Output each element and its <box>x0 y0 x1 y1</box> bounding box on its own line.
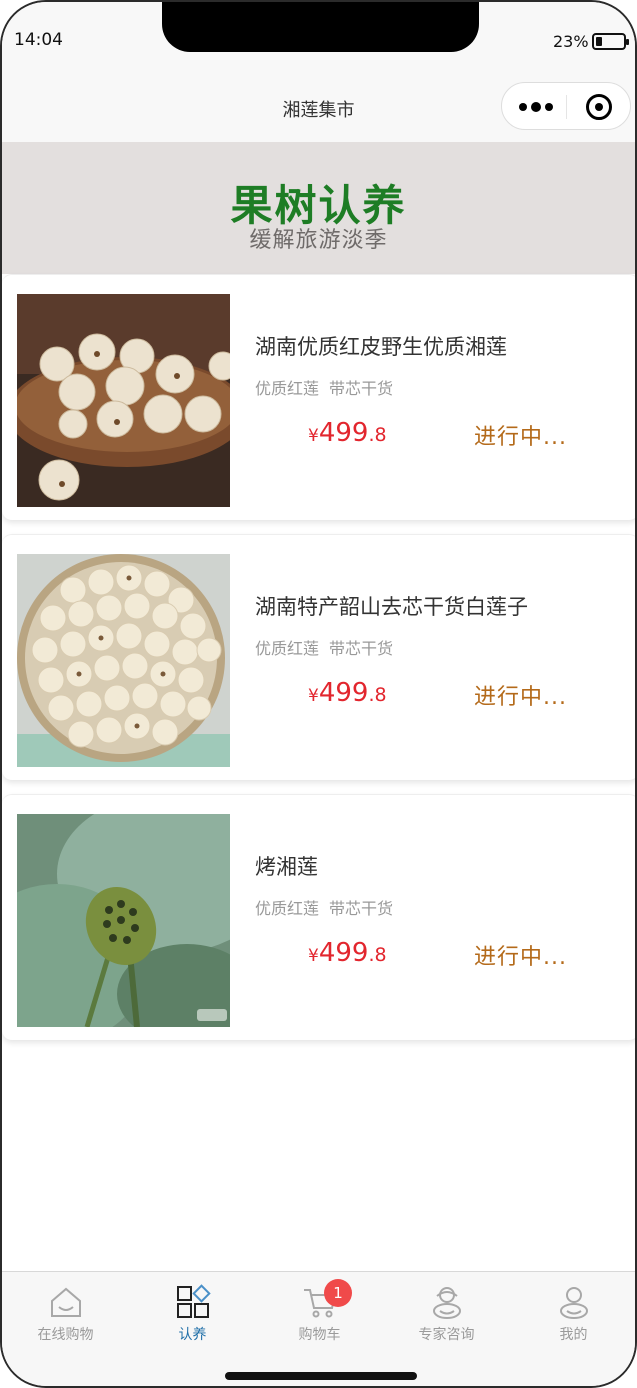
tab-mine[interactable]: 我的 <box>510 1272 635 1352</box>
house-icon <box>51 1287 81 1317</box>
tab-cart[interactable]: 购物车 <box>256 1272 383 1352</box>
product-price: ¥499.8 <box>308 938 387 968</box>
home-indicator[interactable] <box>225 1372 417 1380</box>
notch <box>162 2 479 52</box>
phone-frame: 14:04 23% 湘莲集市 果树认养 缓解旅游淡季 湖南优质红皮野生优质湘莲 … <box>0 0 637 1388</box>
user-icon <box>560 1287 588 1319</box>
product-card[interactable]: 湖南特产韶山去芯干货白莲子 优质红莲 带芯干货 ¥499.8 进行中... <box>2 534 635 780</box>
product-title: 湖南优质红皮野生优质湘莲 <box>255 335 507 359</box>
status-bar: 14:04 23% <box>2 2 635 72</box>
product-image <box>17 814 230 1027</box>
tab-label: 专家咨询 <box>418 1327 475 1343</box>
banner: 果树认养 缓解旅游淡季 <box>2 142 635 274</box>
product-tags: 优质红莲 带芯干货 <box>255 635 393 659</box>
product-tag: 优质红莲 <box>255 899 320 918</box>
product-tag: 带芯干货 <box>329 899 394 918</box>
product-title: 湖南特产韶山去芯干货白莲子 <box>255 595 528 619</box>
tab-label: 购物车 <box>298 1327 341 1343</box>
product-price: ¥499.8 <box>308 678 387 708</box>
tab-bar: 在线购物 认养 购物车 专家咨询 我的 <box>2 1271 635 1386</box>
product-tags: 优质红莲 带芯干货 <box>255 895 393 919</box>
product-card[interactable]: 烤湘莲 优质红莲 带芯干货 ¥499.8 进行中... <box>2 794 635 1040</box>
product-tag: 优质红莲 <box>255 639 320 658</box>
status-time: 14:04 <box>14 30 63 50</box>
miniprogram-capsule <box>501 82 631 130</box>
product-image <box>17 294 230 507</box>
more-options-icon[interactable] <box>516 96 556 118</box>
product-price: ¥499.8 <box>308 418 387 448</box>
battery-icon <box>592 33 629 50</box>
product-tag: 带芯干货 <box>329 639 394 658</box>
product-image <box>17 554 230 767</box>
grid-icon <box>177 1284 211 1318</box>
product-tag: 带芯干货 <box>329 379 394 398</box>
tab-expert[interactable]: 专家咨询 <box>383 1272 510 1352</box>
product-status: 进行中... <box>474 685 567 710</box>
cart-badge: 1 <box>324 1279 352 1307</box>
expert-icon <box>433 1287 461 1319</box>
tab-adopt[interactable]: 认养 <box>129 1272 256 1352</box>
tab-online-shopping[interactable]: 在线购物 <box>2 1272 129 1352</box>
tab-label: 在线购物 <box>37 1327 94 1343</box>
banner-subtitle: 缓解旅游淡季 <box>249 228 388 253</box>
product-status: 进行中... <box>474 425 567 450</box>
tab-label: 我的 <box>559 1327 588 1343</box>
product-title: 烤湘莲 <box>255 855 318 879</box>
product-card[interactable]: 湖南优质红皮野生优质湘莲 优质红莲 带芯干货 ¥499.8 进行中... <box>2 274 635 520</box>
tab-label: 认养 <box>178 1327 207 1343</box>
nav-bar: 湘莲集市 <box>2 72 635 142</box>
product-status: 进行中... <box>474 945 567 970</box>
product-tags: 优质红莲 带芯干货 <box>255 375 393 399</box>
product-tag: 优质红莲 <box>255 379 320 398</box>
close-miniprogram-icon[interactable] <box>586 94 612 120</box>
battery-percent: 23% <box>553 32 589 51</box>
